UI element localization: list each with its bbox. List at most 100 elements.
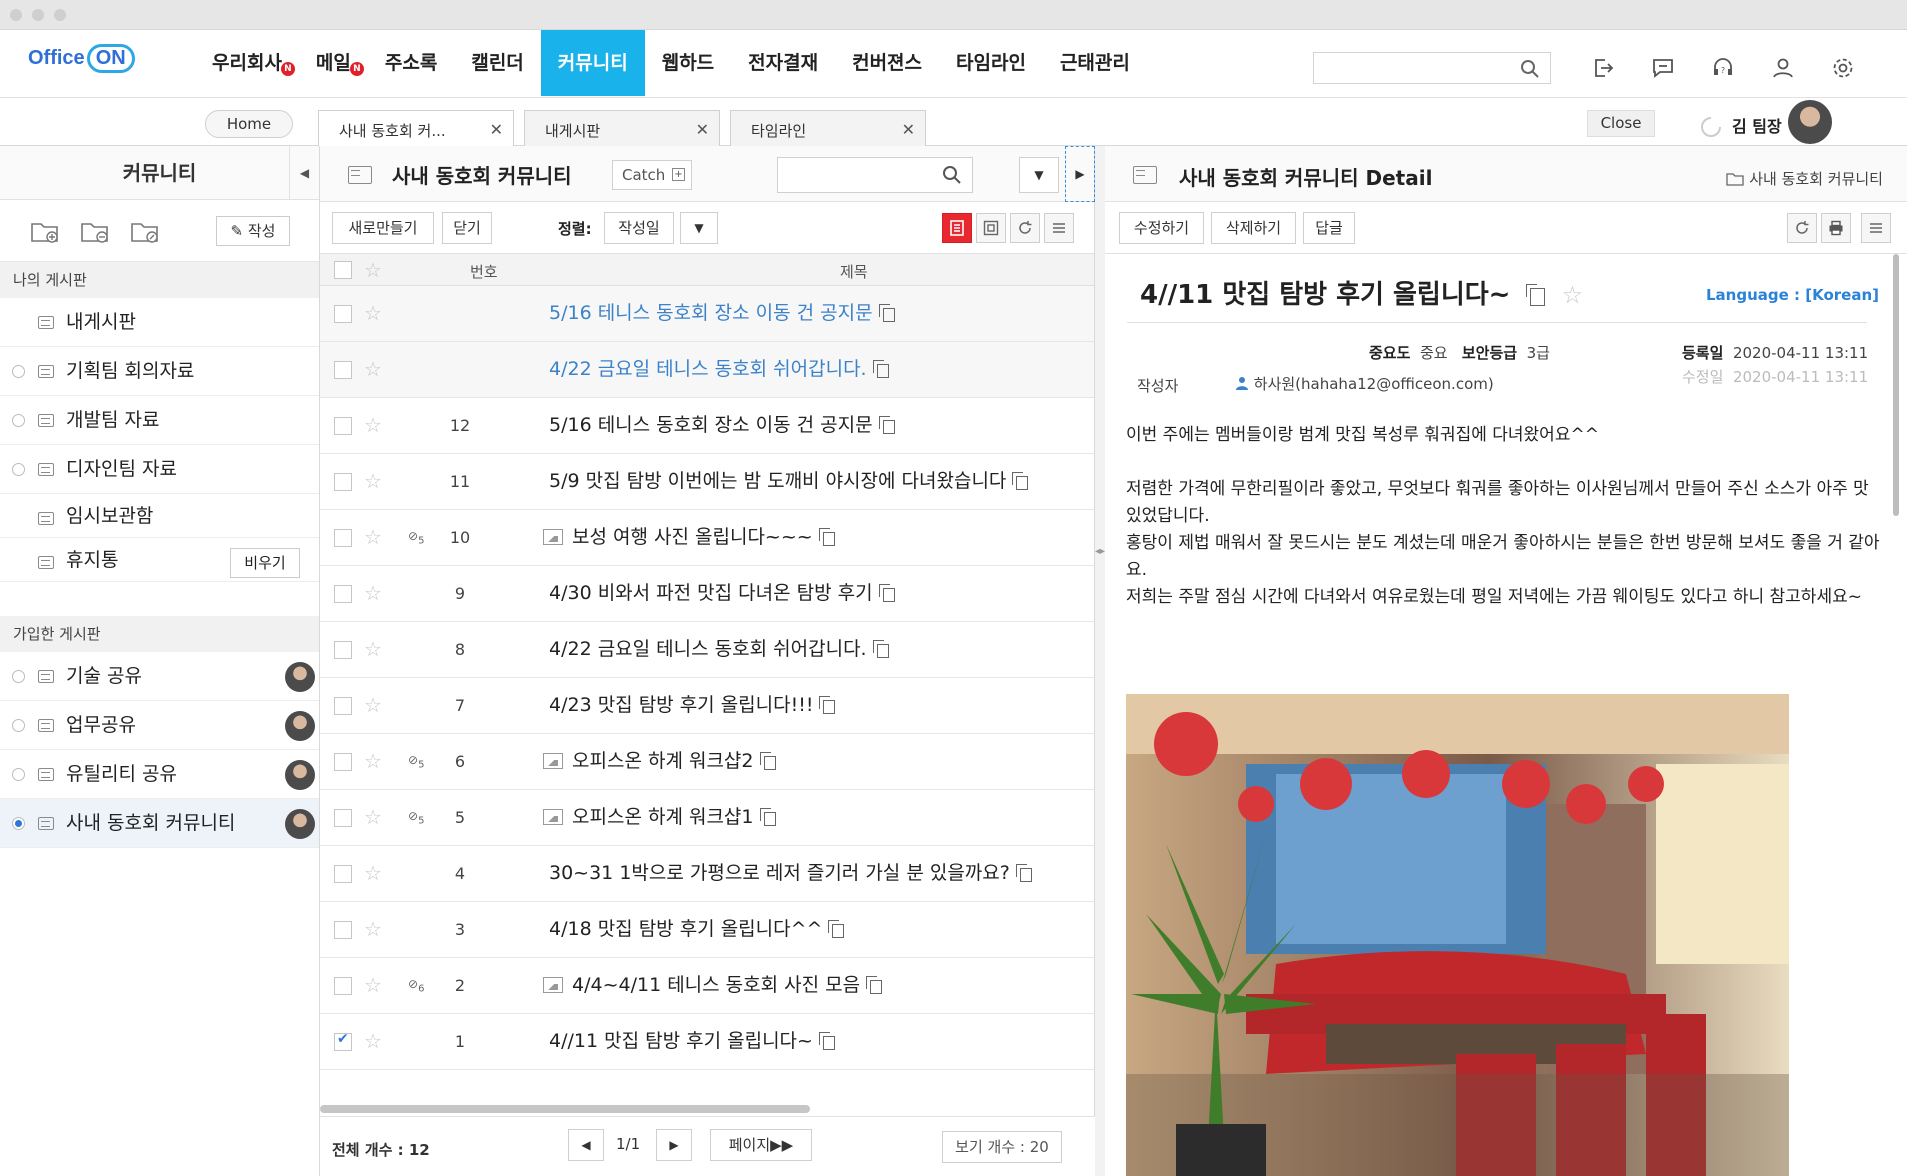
table-row[interactable]: ☆ 7 4/23 맛집 탐방 후기 올립니다!!! <box>320 678 1094 734</box>
select-all-checkbox[interactable] <box>334 261 352 279</box>
row-checkbox[interactable] <box>334 305 352 323</box>
edit-post-button[interactable]: 수정하기 <box>1119 212 1204 244</box>
list-search-input[interactable] <box>777 157 973 193</box>
row-subject[interactable]: 4/23 맛집 탐방 후기 올립니다!!! <box>549 678 836 732</box>
sidebar-board-item[interactable]: 개발팀 자료 <box>0 396 319 445</box>
page-jump-button[interactable]: 페이지▶▶ <box>710 1129 812 1161</box>
row-checkbox[interactable] <box>334 977 352 995</box>
table-row[interactable]: ☆ 4/22 금요일 테니스 동호회 쉬어갑니다. <box>320 342 1094 398</box>
copy-icon[interactable] <box>878 416 895 434</box>
prev-page-button[interactable]: ◀ <box>568 1129 604 1161</box>
star-icon[interactable]: ☆ <box>1562 281 1584 309</box>
sort-select[interactable]: 작성일 <box>604 212 674 244</box>
copy-icon[interactable] <box>878 304 895 322</box>
edit-folder-icon[interactable] <box>130 218 160 244</box>
table-row[interactable]: ☆ 3 4/18 맛집 탐방 후기 올립니다^^ <box>320 902 1094 958</box>
row-checkbox[interactable] <box>334 865 352 883</box>
board-radio[interactable] <box>12 768 25 781</box>
chat-icon[interactable] <box>1648 53 1678 83</box>
global-search-input[interactable] <box>1313 52 1551 84</box>
sidebar-board-item[interactable]: 기획팀 회의자료 <box>0 347 319 396</box>
star-icon[interactable]: ☆ <box>364 637 382 661</box>
close-all-button[interactable]: Close <box>1587 110 1655 137</box>
user-avatar[interactable] <box>1788 100 1832 144</box>
sidebar-board-item[interactable]: 내게시판 <box>0 298 319 347</box>
close-icon[interactable]: ✕ <box>902 120 915 139</box>
panel-splitter[interactable]: ◂▸ <box>1095 146 1105 1176</box>
row-checkbox[interactable] <box>334 641 352 659</box>
row-checkbox[interactable] <box>334 809 352 827</box>
row-checkbox[interactable] <box>334 417 352 435</box>
copy-icon[interactable] <box>759 752 776 770</box>
copy-icon[interactable] <box>866 976 883 994</box>
sort-dropdown-button[interactable]: ▼ <box>680 212 718 244</box>
menu-item-5[interactable]: 웹하드 <box>645 30 731 96</box>
support-icon[interactable]: ? <box>1708 53 1738 83</box>
logout-icon[interactable] <box>1588 53 1618 83</box>
board-radio[interactable] <box>12 719 25 732</box>
table-row[interactable]: ☆ ⊘5 6 오피스온 하계 워크샵2 <box>320 734 1094 790</box>
menu-item-6[interactable]: 전자결재 <box>731 30 835 96</box>
board-radio[interactable] <box>12 670 25 683</box>
menu-item-2[interactable]: 주소록 <box>368 30 454 96</box>
sidebar-board-item[interactable]: 임시보관함 <box>0 494 319 538</box>
table-row[interactable]: ☆ 11 5/9 맛집 탐방 이번에는 밤 도깨비 야시장에 다녀왔습니다 <box>320 454 1094 510</box>
home-button[interactable]: Home <box>205 110 293 138</box>
sidebar-board-item[interactable]: 휴지통 비우기 <box>0 538 319 582</box>
copy-icon[interactable] <box>818 1032 835 1050</box>
copy-icon[interactable] <box>828 920 845 938</box>
star-icon[interactable]: ☆ <box>364 525 382 549</box>
delete-post-button[interactable]: 삭제하기 <box>1211 212 1296 244</box>
menu-item-3[interactable]: 캘린더 <box>454 30 540 96</box>
menu-item-8[interactable]: 타임라인 <box>939 30 1043 96</box>
close-icon[interactable]: ✕ <box>490 120 503 139</box>
star-icon[interactable]: ☆ <box>364 301 382 325</box>
table-row[interactable]: ☆ 9 4/30 비와서 파전 맛집 다녀온 탐방 후기 <box>320 566 1094 622</box>
author[interactable]: 하사원(hahaha12@officeon.com) <box>1235 373 1494 394</box>
empty-trash-button[interactable]: 비우기 <box>230 548 300 578</box>
star-icon[interactable]: ☆ <box>364 805 382 829</box>
row-subject[interactable]: 4/22 금요일 테니스 동호회 쉬어갑니다. <box>549 342 889 396</box>
per-page-select[interactable]: 보기 개수 : 20 <box>942 1131 1062 1163</box>
search-icon[interactable] <box>942 165 962 185</box>
window-minimize-dot[interactable] <box>32 9 44 21</box>
table-row[interactable]: ✔ ☆ 1 4//11 맛집 탐방 후기 올립니다~ <box>320 1014 1094 1070</box>
detail-scrollbar[interactable] <box>1893 254 1899 516</box>
sidebar-board-item[interactable]: 사내 동호회 커뮤니티 <box>0 799 319 848</box>
list-menu-button[interactable] <box>1044 213 1074 243</box>
row-checkbox[interactable] <box>334 585 352 603</box>
menu-item-7[interactable]: 컨버젼스 <box>835 30 939 96</box>
star-icon[interactable]: ☆ <box>364 413 382 437</box>
row-checkbox[interactable] <box>334 697 352 715</box>
star-icon[interactable]: ☆ <box>364 357 382 381</box>
row-subject[interactable]: 4/30 비와서 파전 맛집 다녀온 탐방 후기 <box>549 566 895 620</box>
table-row[interactable]: ☆ 5/16 테니스 동호회 장소 이동 건 공지문 <box>320 286 1094 342</box>
row-subject[interactable]: 5/16 테니스 동호회 장소 이동 건 공지문 <box>549 398 895 452</box>
row-checkbox[interactable] <box>334 753 352 771</box>
copy-icon[interactable] <box>818 528 835 546</box>
table-row[interactable]: ☆ 8 4/22 금요일 테니스 동호회 쉬어갑니다. <box>320 622 1094 678</box>
close-icon[interactable]: ✕ <box>696 120 709 139</box>
board-path[interactable]: 사내 동호회 커뮤니티 <box>1726 168 1883 189</box>
remove-folder-icon[interactable] <box>80 218 110 244</box>
row-checkbox[interactable] <box>334 529 352 547</box>
sidebar-board-item[interactable]: 업무공유 <box>0 701 319 750</box>
board-radio[interactable] <box>12 463 25 476</box>
menu-item-0[interactable]: 우리회사 N <box>195 30 299 96</box>
board-radio[interactable] <box>12 414 25 427</box>
star-icon[interactable]: ☆ <box>364 469 382 493</box>
new-post-button[interactable]: 새로만들기 <box>332 212 434 244</box>
star-icon[interactable]: ☆ <box>364 1029 382 1053</box>
board-radio[interactable] <box>12 365 25 378</box>
board-radio[interactable] <box>12 817 25 830</box>
menu-item-4[interactable]: 커뮤니티 <box>540 30 645 96</box>
table-row[interactable]: ☆ ⊘6 2 4/4~4/11 테니스 동호회 사진 모음 <box>320 958 1094 1014</box>
star-icon[interactable]: ☆ <box>364 917 382 941</box>
star-icon[interactable]: ☆ <box>364 693 382 717</box>
row-subject[interactable]: 30~31 1박으로 가평으로 레저 즐기러 가실 분 있을까요? <box>549 846 1032 900</box>
tab-my-board[interactable]: 내게시판 ✕ <box>524 110 720 147</box>
sidebar-board-item[interactable]: 기술 공유 <box>0 652 319 701</box>
row-subject[interactable]: 4/22 금요일 테니스 동호회 쉬어갑니다. <box>549 622 889 676</box>
sidebar-board-item[interactable]: 유틸리티 공유 <box>0 750 319 799</box>
copy-icon[interactable] <box>759 808 776 826</box>
